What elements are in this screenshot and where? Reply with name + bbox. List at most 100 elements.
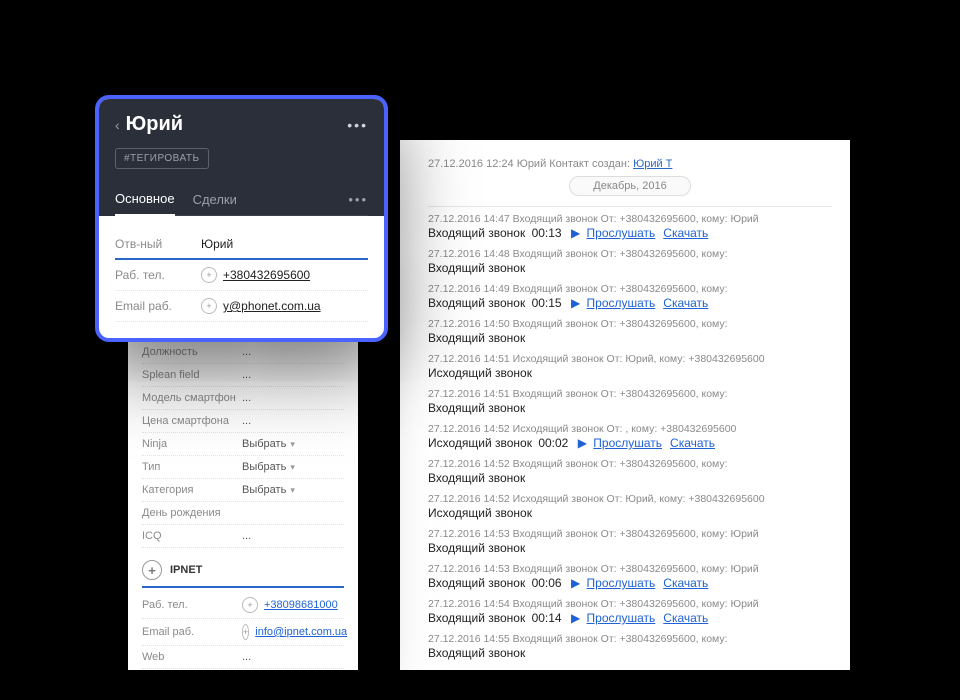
call-entry: 27.12.2016 14:49 Входящий звонок От: +38… <box>428 283 832 310</box>
extra-field-select[interactable]: Выбрать <box>242 484 286 496</box>
call-meta: 27.12.2016 14:53 Входящий звонок От: +38… <box>428 563 832 575</box>
listen-link[interactable]: Прослушать <box>587 296 656 310</box>
feed-created-datetime: 27.12.2016 12:24 <box>428 158 514 170</box>
contact-extra-fields: дата созданияYet another field...Должнос… <box>128 285 358 670</box>
extra-field-label: ICQ <box>142 530 242 542</box>
extra-field-label: Категория <box>142 484 242 496</box>
call-entry: 27.12.2016 14:51 Входящий звонок От: +38… <box>428 388 832 415</box>
extra-field-row[interactable]: ТипВыбрать▾ <box>142 456 344 479</box>
work-email-link[interactable]: y@phonet.com.ua <box>223 299 321 313</box>
card-tabs: Основное Сделки ••• <box>115 183 368 216</box>
call-row: Входящий звонок 00:15 ▶ ПрослушатьСкачат… <box>428 296 832 310</box>
play-icon[interactable]: ▶ <box>568 611 584 625</box>
extra-field-select[interactable]: Выбрать <box>242 438 286 450</box>
company-web-row: Web ... <box>142 646 344 669</box>
extra-field-row[interactable]: День рождения <box>142 502 344 525</box>
call-meta: 27.12.2016 14:48 Входящий звонок От: +38… <box>428 248 832 260</box>
activity-feed: 27.12.2016 12:24 Юрий Контакт создан: Юр… <box>400 140 850 670</box>
extra-field-row[interactable]: Должность... <box>142 341 344 364</box>
tab-deals[interactable]: Сделки <box>193 184 237 215</box>
call-meta: 27.12.2016 14:51 Входящий звонок От: +38… <box>428 388 832 400</box>
call-duration: 00:13 <box>528 226 561 240</box>
call-title: Входящий звонок <box>428 401 525 415</box>
extra-field-row[interactable]: ICQ... <box>142 525 344 548</box>
call-meta: 27.12.2016 14:50 Входящий звонок От: +38… <box>428 318 832 330</box>
call-entry: 27.12.2016 14:53 Входящий звонок От: +38… <box>428 563 832 590</box>
play-icon[interactable]: ▶ <box>568 296 584 310</box>
responsible-row[interactable]: Отв-ный Юрий <box>115 230 368 260</box>
work-phone-row[interactable]: Раб. тел. + +380432695600 <box>115 260 368 291</box>
call-row: Входящий звонок <box>428 261 832 275</box>
work-phone-link[interactable]: +380432695600 <box>223 268 310 282</box>
tag-button[interactable]: #ТЕГИРОВАТЬ <box>115 148 209 169</box>
download-link[interactable]: Скачать <box>663 576 708 590</box>
call-meta: 27.12.2016 14:53 Входящий звонок От: +38… <box>428 528 832 540</box>
download-link[interactable]: Скачать <box>670 436 715 450</box>
call-row: Входящий звонок <box>428 331 832 345</box>
call-row: Исходящий звонок <box>428 506 832 520</box>
call-title: Входящий звонок <box>428 576 525 590</box>
listen-link[interactable]: Прослушать <box>587 226 656 240</box>
extra-field-label: Ninja <box>142 438 242 450</box>
call-meta: 27.12.2016 14:55 Входящий звонок От: +38… <box>428 633 832 645</box>
extra-field-select[interactable]: Выбрать <box>242 461 286 473</box>
extra-field-label: Splean field <box>142 369 242 381</box>
chevron-down-icon: ▾ <box>290 485 295 496</box>
call-meta: 27.12.2016 14:52 Исходящий звонок От: Юр… <box>428 493 832 505</box>
extra-field-row[interactable]: Splean field... <box>142 364 344 387</box>
listen-link[interactable]: Прослушать <box>587 576 656 590</box>
call-row: Входящий звонок <box>428 471 832 485</box>
divider <box>428 206 832 207</box>
email-add-icon[interactable]: + <box>201 298 217 314</box>
play-icon[interactable]: ▶ <box>568 226 584 240</box>
play-icon[interactable]: ▶ <box>568 576 584 590</box>
work-email-row[interactable]: Email раб. + y@phonet.com.ua <box>115 291 368 322</box>
company-phone-link[interactable]: +38098681000 <box>264 599 338 611</box>
call-meta: 27.12.2016 14:49 Входящий звонок От: +38… <box>428 283 832 295</box>
chevron-down-icon: ▾ <box>290 439 295 450</box>
phone-add-icon[interactable]: + <box>242 597 258 613</box>
call-row: Входящий звонок <box>428 401 832 415</box>
phone-add-icon[interactable]: + <box>201 267 217 283</box>
extra-field-value: ... <box>242 346 251 358</box>
extra-field-label: Должность <box>142 346 242 358</box>
extra-field-row[interactable]: NinjaВыбрать ▾ <box>142 433 344 456</box>
extra-field-value: ... <box>242 415 251 427</box>
tabs-more-icon[interactable]: ••• <box>348 184 368 215</box>
call-meta: 27.12.2016 14:51 Исходящий звонок От: Юр… <box>428 353 832 365</box>
call-duration: 00:15 <box>528 296 561 310</box>
call-entry: 27.12.2016 14:52 Входящий звонок От: +38… <box>428 458 832 485</box>
listen-link[interactable]: Прослушать <box>593 436 662 450</box>
email-add-icon[interactable]: + <box>242 624 249 640</box>
download-link[interactable]: Скачать <box>663 226 708 240</box>
company-phone-label: Раб. тел. <box>142 599 242 611</box>
call-entry: 27.12.2016 14:48 Входящий звонок От: +38… <box>428 248 832 275</box>
listen-link[interactable]: Прослушать <box>587 611 656 625</box>
call-entry: 27.12.2016 14:50 Входящий звонок От: +38… <box>428 318 832 345</box>
call-title: Исходящий звонок <box>428 436 532 450</box>
call-duration: 00:14 <box>528 611 561 625</box>
extra-field-row[interactable]: КатегорияВыбрать ▾ <box>142 479 344 502</box>
card-menu-icon[interactable]: ••• <box>347 117 368 133</box>
play-icon[interactable]: ▶ <box>574 436 590 450</box>
company-email-link[interactable]: info@ipnet.com.ua <box>255 626 347 638</box>
tab-main[interactable]: Основное <box>115 183 175 216</box>
extra-field-row[interactable]: Цена смартфона... <box>142 410 344 433</box>
call-title: Входящий звонок <box>428 226 525 240</box>
extra-field-row[interactable]: Модель смартфон... <box>142 387 344 410</box>
add-company-icon[interactable]: + <box>142 560 162 580</box>
download-link[interactable]: Скачать <box>663 296 708 310</box>
feed-created-contact-link[interactable]: Юрий Т <box>633 158 672 170</box>
back-icon[interactable]: ‹ <box>115 117 120 133</box>
download-link[interactable]: Скачать <box>663 611 708 625</box>
call-row: Входящий звонок 00:14 ▶ ПрослушатьСкачат… <box>428 611 832 625</box>
call-row: Входящий звонок <box>428 646 832 660</box>
call-row: Входящий звонок 00:06 ▶ ПрослушатьСкачат… <box>428 576 832 590</box>
call-meta: 27.12.2016 14:47 Входящий звонок От: +38… <box>428 213 832 225</box>
call-entry: 27.12.2016 14:52 Исходящий звонок От: Юр… <box>428 493 832 520</box>
company-email-row: Email раб. + info@ipnet.com.ua <box>142 619 344 646</box>
call-title: Входящий звонок <box>428 541 525 555</box>
call-row: Исходящий звонок <box>428 366 832 380</box>
call-title: Исходящий звонок <box>428 506 532 520</box>
extra-field-label: Цена смартфона <box>142 415 242 427</box>
